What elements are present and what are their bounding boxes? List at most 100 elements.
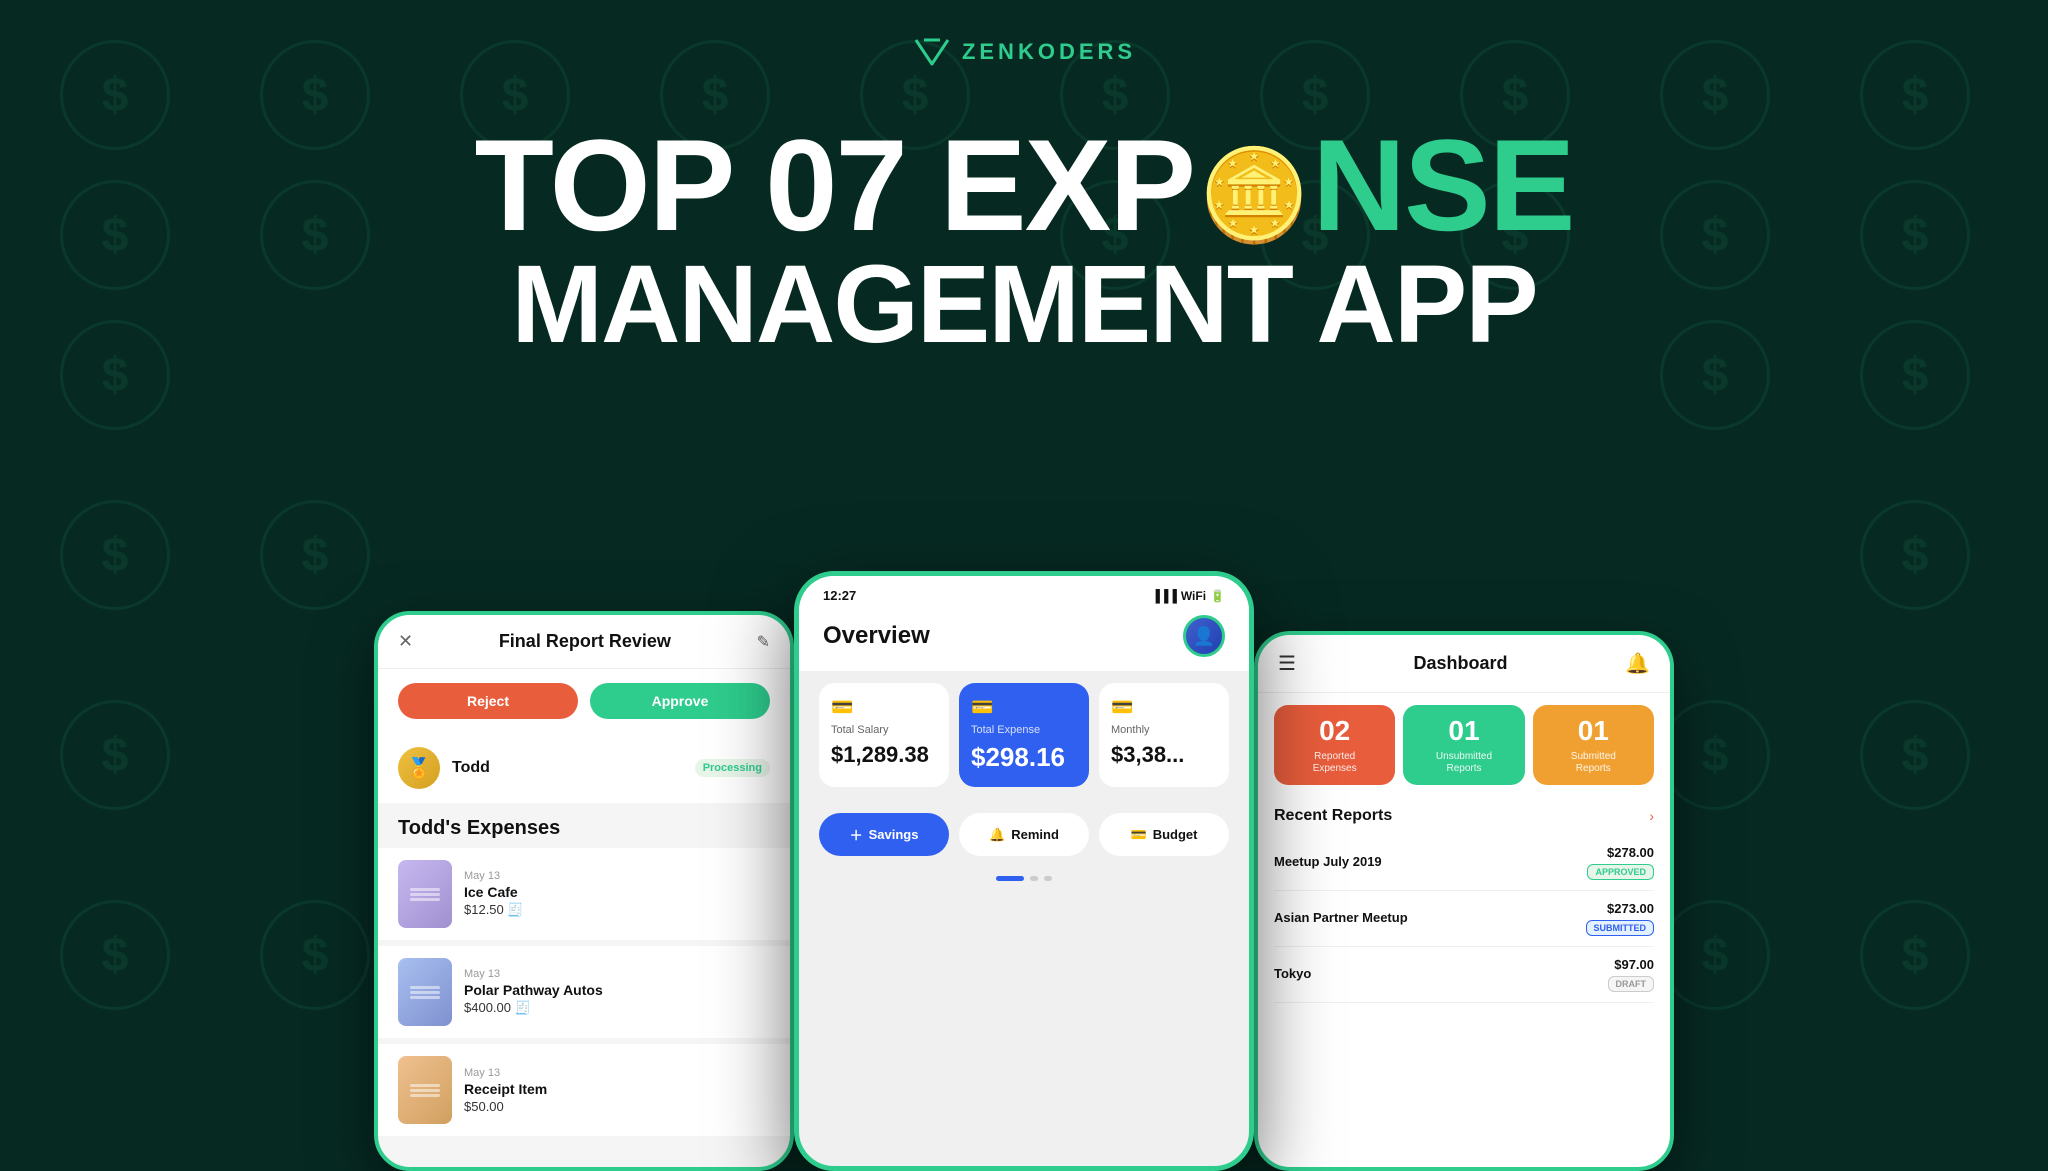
bg-dollar-26: $ xyxy=(1860,900,1970,1010)
approve-button[interactable]: Approve xyxy=(590,683,770,719)
main-headline: TOP 07 EXP🪙NSE MANAGEMENT APP xyxy=(475,120,1574,360)
stats-row: 💳 Total Salary $1,289.38 💳 Total Expense… xyxy=(799,671,1249,799)
salary-value: $1,289.38 xyxy=(831,742,937,768)
notification-bell-icon[interactable]: 🔔 xyxy=(1625,651,1650,676)
bg-dollar-22: $ xyxy=(1860,500,1970,610)
dashboard-title: Dashboard xyxy=(1414,653,1508,674)
remind-label: Remind xyxy=(1011,827,1059,842)
stat-card-submitted: 01 SubmittedReports xyxy=(1533,705,1654,785)
expense-icon: 💳 xyxy=(971,697,1077,718)
expense-amount-2: $400.00 🧾 xyxy=(464,1000,770,1016)
expense-amount-1: $12.50 🧾 xyxy=(464,902,770,918)
left-phone-header: ✕ Final Report Review ✎ xyxy=(378,615,790,669)
phone-left: ✕ Final Report Review ✎ Reject Approve 🏅… xyxy=(374,611,794,1171)
budget-label: Budget xyxy=(1153,827,1198,842)
bg-dollar-16: $ xyxy=(1660,180,1770,290)
report-item-1: Meetup July 2019 $278.00 APPROVED xyxy=(1274,835,1654,891)
bg-dollar-24: $ xyxy=(1860,700,1970,810)
brand-logo-icon xyxy=(912,32,952,72)
savings-label: Savings xyxy=(869,827,919,842)
report-amount-2: $273.00 xyxy=(1607,901,1654,916)
plus-icon: ＋ xyxy=(850,825,863,844)
expense-date-3: May 13 xyxy=(464,1067,770,1079)
bg-dollar-21: $ xyxy=(60,500,170,610)
savings-button[interactable]: ＋ Savings xyxy=(819,813,949,856)
chevron-right-icon[interactable]: › xyxy=(1649,808,1654,824)
action-buttons-row: Reject Approve xyxy=(378,669,790,733)
expense-name-3: Receipt Item xyxy=(464,1081,770,1097)
phone-center: 12:27 ▐▐▐ WiFi 🔋 Overview 👤 💳 Total Sala… xyxy=(794,571,1254,1171)
report-item-right-1: $278.00 APPROVED xyxy=(1587,845,1654,880)
submitted-label: SubmittedReports xyxy=(1571,751,1616,775)
stat-card-monthly: 💳 Monthly $3,38... xyxy=(1099,683,1229,787)
expense-amount-3: $50.00 xyxy=(464,1099,770,1114)
monthly-label: Monthly xyxy=(1111,724,1217,736)
report-item-left-3: Tokyo xyxy=(1274,966,1311,983)
expense-name-1: Ice Cafe xyxy=(464,884,770,900)
user-avatar: 🏅 xyxy=(398,747,440,789)
brand-name: ZENKODERS xyxy=(962,39,1136,65)
report-name-1: Meetup July 2019 xyxy=(1274,854,1382,869)
stat-card-salary: 💳 Total Salary $1,289.38 xyxy=(819,683,949,787)
coin-emoji: 🪙 xyxy=(1198,151,1308,241)
bg-dollar-19: $ xyxy=(1660,320,1770,430)
phone-right: ☰ Dashboard 🔔 02 ReportedExpenses 01 Uns… xyxy=(1254,631,1674,1171)
expense-thumbnail-2 xyxy=(398,958,452,1026)
budget-button[interactable]: 💳 Budget xyxy=(1099,813,1229,856)
recent-title-row: Recent Reports › xyxy=(1274,807,1654,825)
expense-info-3: May 13 Receipt Item $50.00 xyxy=(464,1067,770,1114)
hamburger-icon[interactable]: ☰ xyxy=(1278,651,1296,676)
user-name: Todd xyxy=(452,759,490,777)
unsubmitted-label: UnsubmittedReports xyxy=(1436,751,1492,775)
report-badge-1: APPROVED xyxy=(1587,864,1654,880)
unsubmitted-num: 01 xyxy=(1448,715,1479,747)
report-badge-2: SUBMITTED xyxy=(1586,920,1655,936)
stat-card-unsubmitted: 01 UnsubmittedReports xyxy=(1403,705,1524,785)
close-icon[interactable]: ✕ xyxy=(398,631,413,652)
expense-thumbnail-3 xyxy=(398,1056,452,1124)
status-bar: 12:27 ▐▐▐ WiFi 🔋 xyxy=(799,576,1249,607)
overview-label: Overview xyxy=(823,622,930,650)
bg-dollar-27: $ xyxy=(260,500,370,610)
headline-line1: TOP 07 EXP🪙NSE xyxy=(475,120,1574,250)
expense-name-2: Polar Pathway Autos xyxy=(464,982,770,998)
expense-label: Total Expense xyxy=(971,724,1077,736)
recent-reports-section: Recent Reports › Meetup July 2019 $278.0… xyxy=(1258,797,1670,1013)
stat-card-expense: 💳 Total Expense $298.16 xyxy=(959,683,1089,787)
user-row: 🏅 Todd Processing xyxy=(378,733,790,803)
reported-num: 02 xyxy=(1319,715,1350,747)
monthly-value: $3,38... xyxy=(1111,742,1217,768)
edit-icon[interactable]: ✎ xyxy=(757,632,770,652)
bg-dollar-17: $ xyxy=(1860,180,1970,290)
bell-icon-small: 🔔 xyxy=(989,827,1005,843)
report-item-2: Asian Partner Meetup $273.00 SUBMITTED xyxy=(1274,891,1654,947)
expense-info-2: May 13 Polar Pathway Autos $400.00 🧾 xyxy=(464,968,770,1016)
dot-active xyxy=(996,876,1024,881)
remind-button[interactable]: 🔔 Remind xyxy=(959,813,1089,856)
report-item-3: Tokyo $97.00 DRAFT xyxy=(1274,947,1654,1003)
expense-date-1: May 13 xyxy=(464,870,770,882)
dashboard-header: ☰ Dashboard 🔔 xyxy=(1258,635,1670,693)
expense-info-1: May 13 Ice Cafe $12.50 🧾 xyxy=(464,870,770,918)
logo-area: ZENKODERS xyxy=(912,32,1136,72)
expenses-section-title: Todd's Expenses xyxy=(378,803,790,848)
dot-3 xyxy=(1044,876,1052,881)
reported-label: ReportedExpenses xyxy=(1313,751,1357,775)
report-amount-3: $97.00 xyxy=(1614,957,1654,972)
status-badge: Processing xyxy=(695,759,770,777)
expense-item-1: May 13 Ice Cafe $12.50 🧾 xyxy=(378,848,790,940)
battery-icon: 🔋 xyxy=(1210,589,1225,603)
bg-dollar-25: $ xyxy=(60,900,170,1010)
stat-card-reported: 02 ReportedExpenses xyxy=(1274,705,1395,785)
bg-dollar-1: $ xyxy=(60,40,170,150)
bg-dollar-10: $ xyxy=(1860,40,1970,150)
user-avatar-center[interactable]: 👤 xyxy=(1183,615,1225,657)
salary-label: Total Salary xyxy=(831,724,937,736)
bg-dollar-2: $ xyxy=(260,40,370,150)
report-item-right-2: $273.00 SUBMITTED xyxy=(1586,901,1655,936)
time-display: 12:27 xyxy=(823,588,856,603)
report-title: Final Report Review xyxy=(499,631,671,652)
phones-container: ✕ Final Report Review ✎ Reject Approve 🏅… xyxy=(374,551,1674,1171)
reject-button[interactable]: Reject xyxy=(398,683,578,719)
bg-dollar-28: $ xyxy=(1660,700,1770,810)
